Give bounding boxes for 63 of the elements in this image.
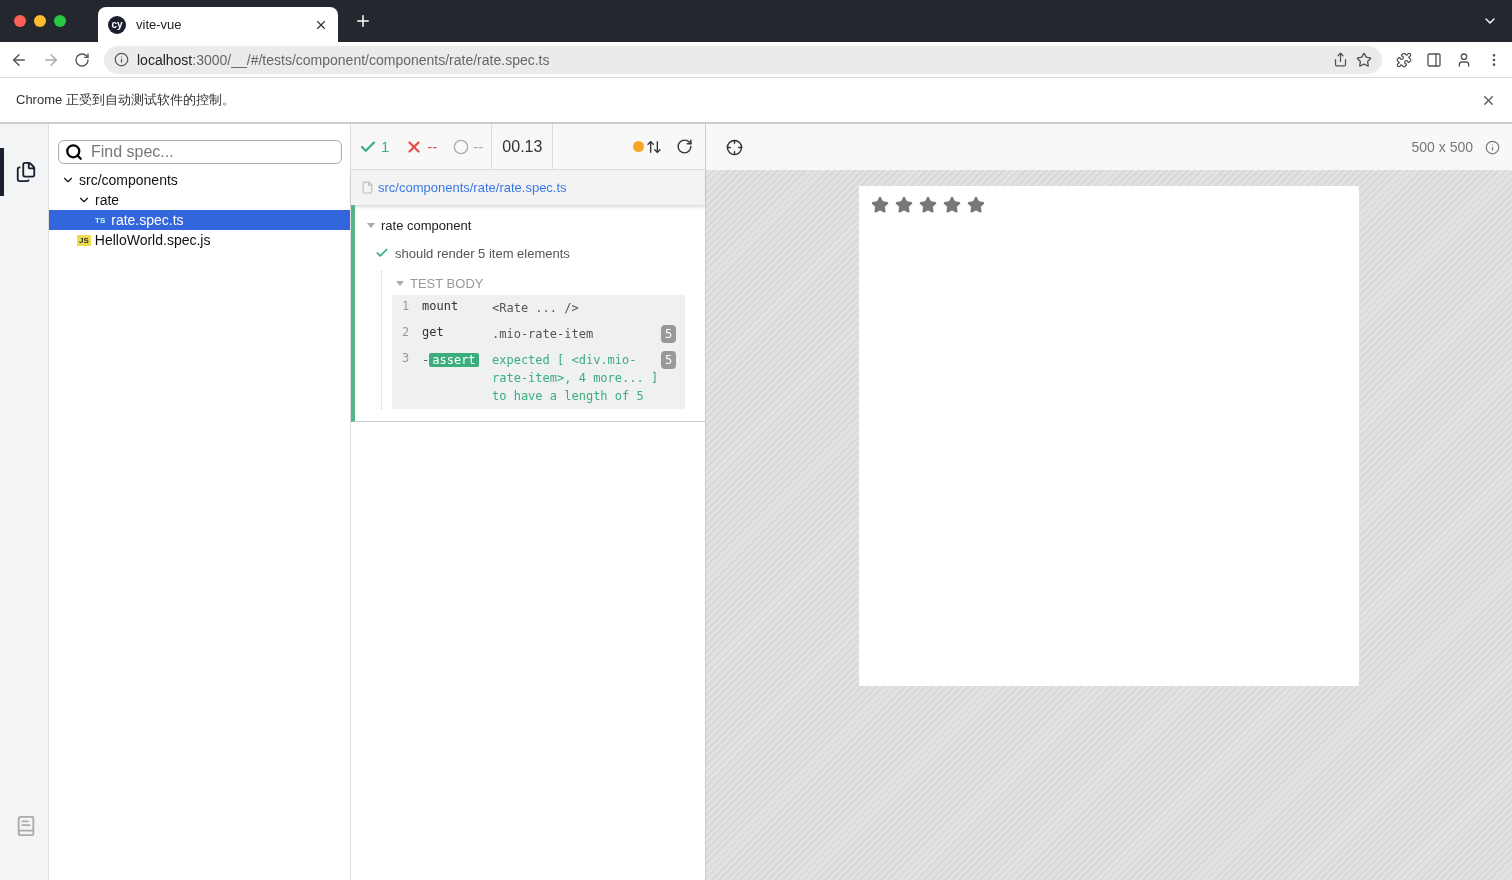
profile-icon[interactable] <box>1456 51 1472 68</box>
info-icon[interactable] <box>1485 139 1500 155</box>
auto-scroll-indicator-icon[interactable] <box>633 138 662 155</box>
passed-count: 1 <box>351 137 398 156</box>
address-bar[interactable]: localhost:3000/__/#/tests/component/components/rate/rate.spec.ts <box>104 45 1382 74</box>
command-row[interactable]: 1 mount <Rate ... /> <box>392 295 685 321</box>
command-message: expected [ <div.mio-rate-item>, 4 more... ] to have a length of 5 <box>492 352 660 405</box>
viewport-size: 500 x 500 <box>1411 139 1473 155</box>
search-field[interactable]: Find spec... <box>58 140 342 164</box>
folder-row[interactable]: src/components <box>49 170 350 190</box>
command-row[interactable]: 2 get .mio-rate-item 5 <box>392 321 685 347</box>
file-type-icon: TS <box>93 214 108 226</box>
rerun-icon[interactable] <box>676 138 693 155</box>
element-count: 5 <box>661 325 676 343</box>
new-tab-icon[interactable] <box>354 12 372 30</box>
bookmark-star-icon[interactable] <box>1356 51 1372 68</box>
suite-row[interactable]: rate component <box>355 211 705 239</box>
tree-label: HelloWorld.spec.js <box>94 232 211 248</box>
command-name: get <box>422 325 445 341</box>
spec-file-row[interactable]: JS HelloWorld.spec.js <box>49 230 350 250</box>
selector-playground-icon[interactable] <box>726 138 743 156</box>
star-rating[interactable] <box>871 196 985 214</box>
search-input[interactable]: Find spec... <box>89 142 335 162</box>
tab-title: vite-vue <box>136 17 183 32</box>
spec-file-row[interactable]: TS rate.spec.ts <box>49 210 350 230</box>
tree-label: rate.spec.ts <box>111 212 184 228</box>
tree-label: rate <box>95 192 120 208</box>
file-type-icon: JS <box>77 234 91 246</box>
assert-prefix: - <box>422 353 430 367</box>
file-icon <box>361 181 374 194</box>
close-window-button[interactable] <box>14 15 26 27</box>
puzzle-icon[interactable] <box>1396 51 1412 68</box>
test-row[interactable]: should render 5 item elements <box>355 239 705 267</box>
command-row[interactable]: 3 - assert expected [ <div.mio-rate-item>, 4 more... ] to have a length of 5 5 <box>392 347 685 409</box>
pending-count: -- <box>445 138 492 155</box>
star-icon[interactable] <box>895 196 913 214</box>
element-count: 5 <box>661 351 676 369</box>
duration-text: 00.13 <box>491 124 554 169</box>
folder-row[interactable]: rate <box>49 190 350 210</box>
share-icon[interactable] <box>1333 52 1348 67</box>
assert-label: assert <box>429 353 479 367</box>
line-number: 3 <box>402 351 411 367</box>
failed-count: -- <box>397 137 446 156</box>
site-logo: cy <box>108 15 126 34</box>
maximize-window-button[interactable] <box>54 15 66 27</box>
info-icon <box>114 52 129 67</box>
automation-notice: Chrome 正受到自动测试软件的控制。 <box>16 91 235 109</box>
tree-label: src/components <box>79 172 178 188</box>
star-icon[interactable] <box>967 196 985 214</box>
browser-tab[interactable]: cy vite-vue <box>98 7 338 42</box>
command-message: .mio-rate-item <box>492 326 595 343</box>
reload-icon[interactable] <box>74 51 90 68</box>
line-number: 2 <box>402 325 411 341</box>
minimize-window-button[interactable] <box>34 15 46 27</box>
url-text: localhost:3000/__/#/tests/component/components/rate/rate.spec.ts <box>137 51 551 68</box>
line-number: 1 <box>402 299 411 315</box>
star-icon[interactable] <box>943 196 961 214</box>
command-message: <Rate ... /> <box>492 300 580 317</box>
search-icon <box>65 143 83 161</box>
star-icon[interactable] <box>871 196 889 214</box>
command-name: mount <box>422 299 460 315</box>
side-panel-icon[interactable] <box>1426 51 1442 68</box>
star-icon[interactable] <box>919 196 937 214</box>
